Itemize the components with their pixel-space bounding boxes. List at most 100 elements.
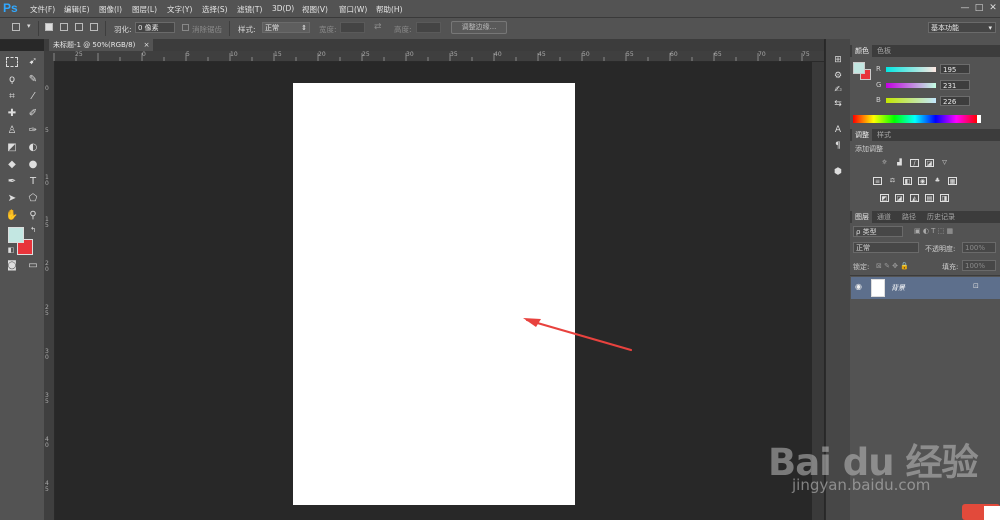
layer-name[interactable]: 背景: [891, 283, 905, 293]
height-input[interactable]: [416, 22, 441, 33]
history-panel-icon[interactable]: ⊞: [831, 53, 845, 67]
menu-image[interactable]: 图像(I): [99, 4, 122, 15]
screen-mode-icon[interactable]: ▭: [26, 259, 40, 273]
menu-3d[interactable]: 3D(D): [272, 4, 294, 13]
photo-filter-icon[interactable]: ◉: [918, 177, 927, 185]
type-tool-icon[interactable]: T: [26, 175, 40, 189]
rectangular-marquee-icon[interactable]: [6, 57, 18, 67]
curves-icon[interactable]: /: [910, 159, 919, 167]
tab-close-icon[interactable]: ×: [144, 41, 150, 49]
channel-g-input[interactable]: 231: [940, 80, 970, 90]
channel-b-input[interactable]: 226: [940, 96, 970, 106]
history-brush-icon[interactable]: ✑: [26, 124, 40, 138]
opacity-input[interactable]: 100%: [962, 242, 996, 253]
antialias-checkbox[interactable]: [182, 24, 189, 31]
brush-tool-icon[interactable]: ✐: [26, 107, 40, 121]
black-white-icon[interactable]: ◧: [903, 177, 912, 185]
document-tab[interactable]: 未标题-1 @ 50%(RGB/8) ×: [49, 39, 154, 51]
blend-mode-select[interactable]: 正常: [853, 242, 919, 253]
zoom-tool-icon[interactable]: ⚲: [26, 209, 40, 223]
brush-presets-icon[interactable]: ⇆: [831, 97, 845, 111]
workspace-select[interactable]: 基本功能 ▾: [928, 22, 996, 33]
crop-tool-icon[interactable]: ⌗: [5, 90, 19, 104]
exposure-icon[interactable]: ◪: [925, 159, 934, 167]
refine-edge-button[interactable]: 调整边缘...: [451, 21, 507, 34]
layer-row-background[interactable]: ◉ 背景 ⊡: [851, 277, 1000, 299]
eraser-tool-icon[interactable]: ◩: [5, 141, 19, 155]
hand-tool-icon[interactable]: ✋: [5, 209, 19, 223]
healing-brush-icon[interactable]: ✚: [5, 107, 19, 121]
quick-mask-icon[interactable]: ◙: [5, 259, 19, 273]
new-selection-icon[interactable]: [45, 23, 53, 31]
hue-saturation-icon[interactable]: ≡: [873, 177, 882, 185]
filter-icons[interactable]: ▣ ◐ T ⬚ ▦: [914, 227, 953, 235]
lasso-tool-icon[interactable]: ϙ: [5, 73, 19, 87]
menu-edit[interactable]: 编辑(E): [64, 4, 90, 15]
tab-paths[interactable]: 路径: [899, 211, 919, 223]
menu-view[interactable]: 视图(V): [302, 4, 328, 15]
pen-tool-icon[interactable]: ✒: [5, 175, 19, 189]
tab-swatches[interactable]: 色板: [874, 45, 894, 57]
swap-colors-icon[interactable]: ↰: [26, 223, 40, 237]
close-button[interactable]: ✕: [986, 0, 1000, 17]
3d-panel-icon[interactable]: ⬢: [831, 165, 845, 179]
preset-dropdown-arrow-icon[interactable]: ▾: [27, 22, 31, 30]
clone-stamp-icon[interactable]: ♙: [5, 124, 19, 138]
menu-layer[interactable]: 图层(L): [132, 4, 157, 15]
eyedropper-icon[interactable]: ⁄: [26, 90, 40, 104]
add-selection-icon[interactable]: [60, 23, 68, 31]
channel-g-slider[interactable]: [886, 83, 936, 88]
menu-filter[interactable]: 滤镜(T): [237, 4, 262, 15]
channel-mixer-icon[interactable]: ♣: [933, 177, 942, 185]
posterize-icon[interactable]: ◪: [895, 194, 904, 202]
feather-input[interactable]: 0 像素: [135, 22, 175, 33]
shape-tool-icon[interactable]: ⬠: [26, 192, 40, 206]
paragraph-panel-icon[interactable]: ¶: [831, 139, 845, 153]
swap-icon[interactable]: ⇄: [374, 22, 382, 32]
selective-color-icon[interactable]: ◨: [940, 194, 949, 202]
brush-panel-icon[interactable]: ✍: [831, 83, 845, 97]
vibrance-icon[interactable]: ▽: [940, 159, 949, 167]
menu-type[interactable]: 文字(Y): [167, 4, 192, 15]
spectrum-white[interactable]: [977, 115, 981, 123]
blur-tool-icon[interactable]: ◆: [5, 158, 19, 172]
menu-help[interactable]: 帮助(H): [376, 4, 403, 15]
default-colors-icon[interactable]: ◧: [4, 243, 18, 257]
layer-filter-select[interactable]: ρ 类型: [853, 226, 903, 237]
channel-r-input[interactable]: 195: [940, 64, 970, 74]
visibility-eye-icon[interactable]: ◉: [855, 282, 862, 291]
character-panel-icon[interactable]: A: [831, 123, 845, 137]
properties-panel-icon[interactable]: ⚙: [831, 69, 845, 83]
paint-bucket-icon[interactable]: ◐: [26, 141, 40, 155]
gradient-map-icon[interactable]: ▤: [925, 194, 934, 202]
channel-r-slider[interactable]: [886, 67, 936, 72]
marquee-preset-icon[interactable]: [12, 23, 20, 31]
move-tool-icon[interactable]: ➹: [26, 55, 40, 69]
tab-adjustments[interactable]: 调整: [852, 129, 872, 141]
lock-icons[interactable]: ⊠ ✎ ✥ 🔒: [876, 262, 909, 270]
intersect-selection-icon[interactable]: [90, 23, 98, 31]
menu-select[interactable]: 选择(S): [202, 4, 228, 15]
menu-file[interactable]: 文件(F): [30, 4, 55, 15]
channel-b-slider[interactable]: [886, 98, 936, 103]
threshold-icon[interactable]: ◭: [910, 194, 919, 202]
tab-history[interactable]: 历史记录: [924, 211, 958, 223]
brightness-icon[interactable]: ☼: [880, 159, 889, 167]
color-lookup-icon[interactable]: ▦: [948, 177, 957, 185]
path-select-icon[interactable]: ➤: [5, 192, 19, 206]
tab-layers[interactable]: 图层: [852, 211, 872, 223]
invert-icon[interactable]: ◩: [880, 194, 889, 202]
style-select[interactable]: 正常 ⇕: [262, 22, 310, 33]
menu-window[interactable]: 窗口(W): [339, 4, 367, 15]
maximize-button[interactable]: □: [972, 0, 986, 17]
color-spectrum-bar[interactable]: [853, 115, 977, 123]
width-input[interactable]: [340, 22, 365, 33]
panel-foreground-swatch[interactable]: [853, 62, 865, 74]
document-canvas[interactable]: [293, 83, 575, 505]
tab-channels[interactable]: 通道: [874, 211, 894, 223]
foreground-color-swatch[interactable]: [8, 227, 24, 243]
subtract-selection-icon[interactable]: [75, 23, 83, 31]
levels-icon[interactable]: ▟: [895, 159, 904, 167]
minimize-button[interactable]: —: [958, 0, 972, 17]
quick-select-icon[interactable]: ✎: [26, 73, 40, 87]
